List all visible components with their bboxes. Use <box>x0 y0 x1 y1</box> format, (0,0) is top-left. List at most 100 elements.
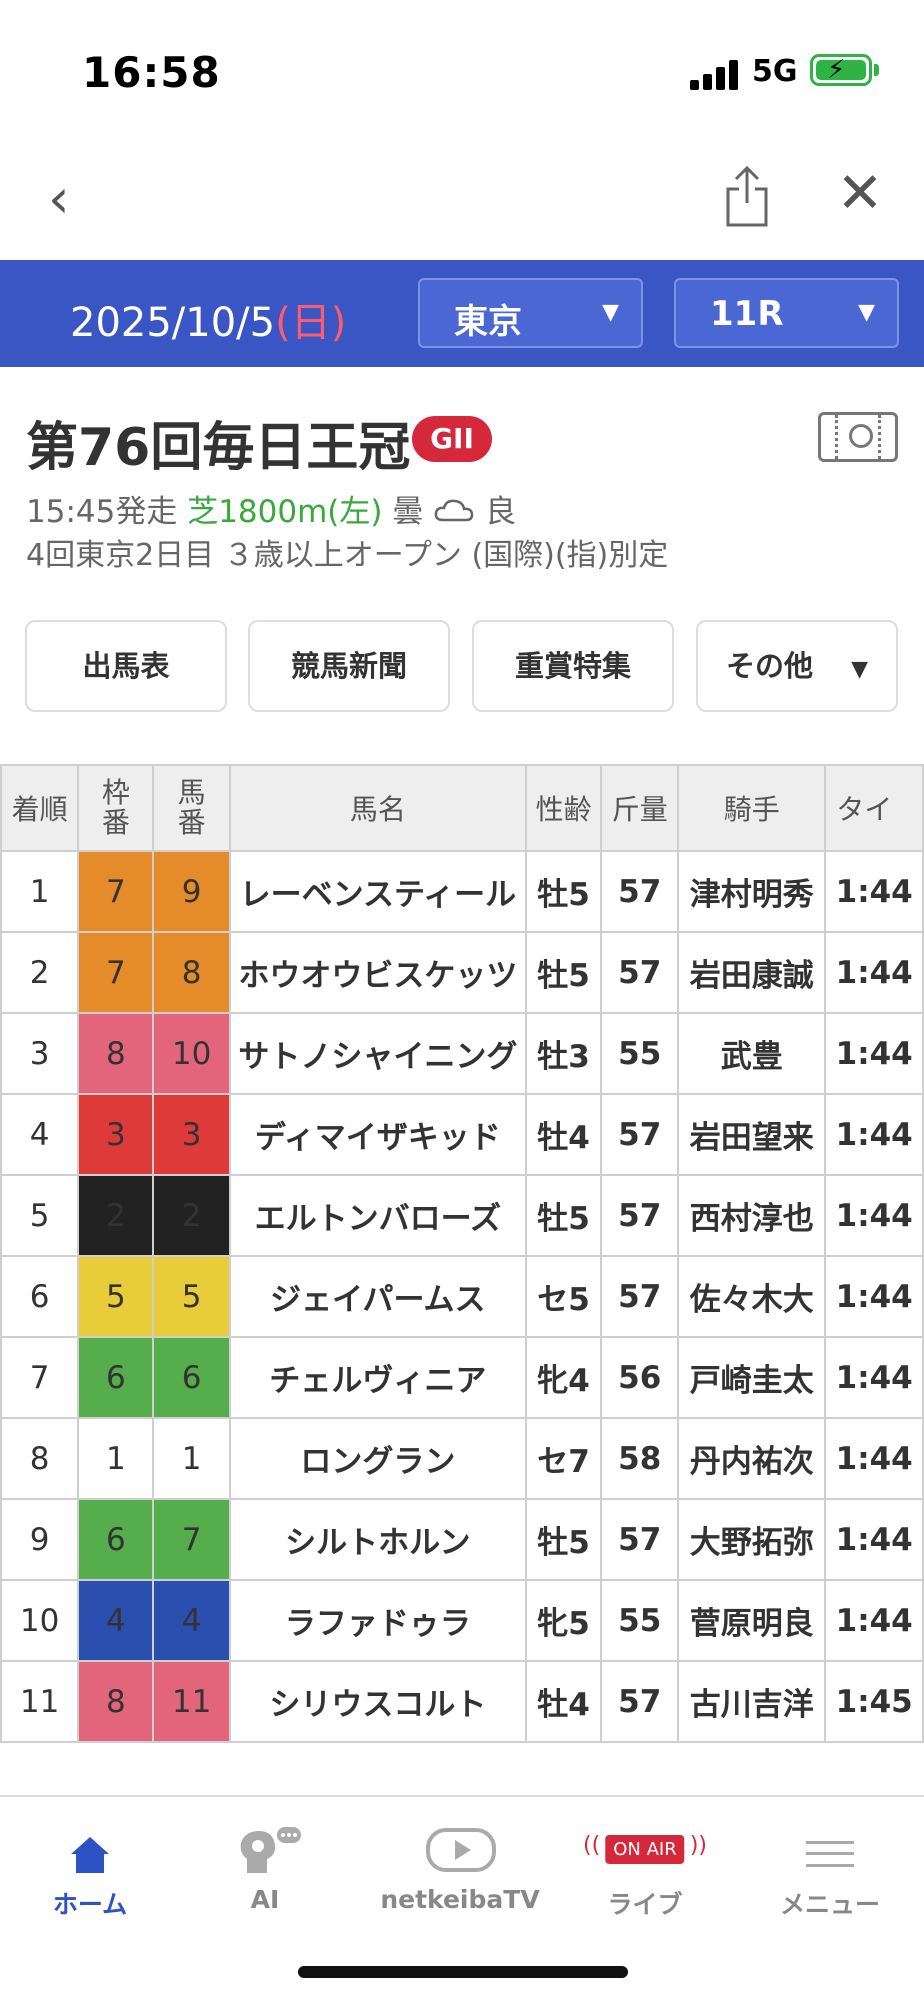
jockey-link[interactable]: 津村明秀 <box>677 850 827 933</box>
waku-cell: 3 <box>77 1093 155 1176</box>
rank-cell: 8 <box>0 1417 80 1500</box>
umaban-cell: 6 <box>152 1336 231 1419</box>
rank-cell: 3 <box>0 1012 80 1095</box>
tab-other-label: その他 <box>725 649 813 683</box>
umaban-cell: 7 <box>152 1498 231 1581</box>
weight-cell: 57 <box>600 931 680 1014</box>
horse-name-link[interactable]: ラファドゥラ <box>228 1579 527 1662</box>
chevron-down-icon: ▼ <box>602 300 619 325</box>
tab-newspaper[interactable]: 競馬新聞 <box>248 620 450 712</box>
waku-cell: 8 <box>77 1660 155 1743</box>
rank-cell: 2 <box>0 931 80 1014</box>
table-row[interactable]: 8 1 1 ロングラン セ7 58 丹内祐次 1:44 <box>0 1417 924 1500</box>
waku-cell: 1 <box>77 1417 155 1500</box>
sex-age-cell: 牡5 <box>524 1498 603 1581</box>
sex-age-cell: 牡4 <box>524 1093 603 1176</box>
sex-age-cell: セ7 <box>524 1417 603 1500</box>
sex-age-cell: セ5 <box>524 1255 603 1338</box>
jockey-link[interactable]: 岩田康誠 <box>677 931 827 1014</box>
play-icon <box>426 1828 496 1872</box>
tab-live[interactable]: (( ON AIR )) ライブ <box>555 1815 735 1925</box>
table-row[interactable]: 11 8 11 シリウスコルト 牡4 57 古川吉洋 1:45 <box>0 1660 924 1743</box>
battery-tip <box>874 64 879 76</box>
table-row[interactable]: 5 2 2 エルトンバローズ 牡5 57 西村淳也 1:44 <box>0 1174 924 1257</box>
tab-home[interactable]: ホーム <box>0 1815 180 1925</box>
header-horse-name[interactable]: 馬名 <box>228 764 527 852</box>
time-cell: 1:44 <box>824 931 924 1014</box>
jockey-link[interactable]: 西村淳也 <box>677 1174 827 1257</box>
header-sex-age[interactable]: 性齢 <box>524 764 603 852</box>
sex-age-cell: 牡5 <box>524 1174 603 1257</box>
table-row[interactable]: 7 6 6 チェルヴィニア 牝4 56 戸崎圭太 1:44 <box>0 1336 924 1419</box>
horse-name-link[interactable]: ディマイザキッド <box>228 1093 527 1176</box>
race-info-line: 15:45発走 芝1800m(左) 曇 良 <box>26 486 516 532</box>
tab-other[interactable]: その他 ▼ <box>696 620 898 712</box>
jockey-link[interactable]: 丹内祐次 <box>677 1417 827 1500</box>
race-date[interactable]: 2025/10/5(日) <box>70 290 346 348</box>
header-weight[interactable]: 斤量 <box>600 764 680 852</box>
course-info: 芝1800m(左) <box>187 494 383 530</box>
results-table-container[interactable]: 着順 枠番 馬番 馬名 性齢 斤量 騎手 タイ 1 7 9 レーベンスティール 牡5 57… <box>0 764 924 1749</box>
tab-graded-feature[interactable]: 重賞特集 <box>472 620 674 712</box>
umaban-cell: 2 <box>152 1174 231 1257</box>
horse-name-link[interactable]: チェルヴィニア <box>228 1336 527 1419</box>
close-icon[interactable]: ✕ <box>830 161 890 227</box>
horse-name-link[interactable]: シリウスコルト <box>228 1660 527 1743</box>
jockey-link[interactable]: 菅原明良 <box>677 1579 827 1662</box>
horse-name-link[interactable]: ホウオウビスケッツ <box>228 931 527 1014</box>
waku-cell: 7 <box>77 850 155 933</box>
header-jockey[interactable]: 騎手 <box>677 764 827 852</box>
tab-entries[interactable]: 出馬表 <box>25 620 227 712</box>
tab-ai[interactable]: AI <box>175 1815 355 1925</box>
race-title: 第76回毎日王冠 <box>26 418 411 478</box>
jockey-link[interactable]: 佐々木大 <box>677 1255 827 1338</box>
tab-netkeibatv[interactable]: netkeibaTV <box>370 1815 550 1925</box>
umaban-cell: 11 <box>152 1660 231 1743</box>
venue-select[interactable]: 東京 ▼ <box>418 278 643 348</box>
table-row[interactable]: 1 7 9 レーベンスティール 牡5 57 津村明秀 1:44 <box>0 850 924 933</box>
horse-name-link[interactable]: ジェイパームス <box>228 1255 527 1338</box>
header-umaban[interactable]: 馬番 <box>152 764 231 852</box>
results-table-body: 1 7 9 レーベンスティール 牡5 57 津村明秀 1:44 2 7 8 ホウオウビスケッツ 牡5 57… <box>0 850 924 1743</box>
header-time[interactable]: タイ <box>824 764 924 852</box>
waku-cell: 4 <box>77 1579 155 1662</box>
jockey-link[interactable]: 戸崎圭太 <box>677 1336 827 1419</box>
jockey-link[interactable]: 岩田望来 <box>677 1093 827 1176</box>
tab-netkeibatv-label: netkeibaTV <box>380 1885 540 1914</box>
on-air-icon: ON AIR <box>605 1835 685 1864</box>
horse-name-link[interactable]: シルトホルン <box>228 1498 527 1581</box>
grade-badge: GII <box>412 416 492 462</box>
table-row[interactable]: 3 8 10 サトノシャイニング 牡3 55 武豊 1:44 <box>0 1012 924 1095</box>
umaban-cell: 8 <box>152 931 231 1014</box>
table-row[interactable]: 10 4 4 ラファドゥラ 牝5 55 菅原明良 1:44 <box>0 1579 924 1662</box>
tab-home-label: ホーム <box>52 1890 128 1919</box>
horse-name-link[interactable]: エルトンバローズ <box>228 1174 527 1257</box>
header-rank[interactable]: 着順 <box>0 764 80 852</box>
jockey-link[interactable]: 古川吉洋 <box>677 1660 827 1743</box>
jockey-link[interactable]: 大野拓弥 <box>677 1498 827 1581</box>
horse-name-link[interactable]: サトノシャイニング <box>228 1012 527 1095</box>
share-icon[interactable] <box>722 165 772 231</box>
horse-name-link[interactable]: ロングラン <box>228 1417 527 1500</box>
tab-live-label: ライブ <box>607 1890 683 1919</box>
horse-name-link[interactable]: レーベンスティール <box>228 850 527 933</box>
status-time: 16:58 <box>82 48 221 97</box>
header-waku[interactable]: 枠番 <box>77 764 155 852</box>
umaban-cell: 10 <box>152 1012 231 1095</box>
table-row[interactable]: 6 5 5 ジェイパームス セ5 57 佐々木大 1:44 <box>0 1255 924 1338</box>
video-icon[interactable] <box>818 412 898 462</box>
race-select[interactable]: 11R ▼ <box>674 278 899 348</box>
weight-cell: 57 <box>600 1660 680 1743</box>
umaban-cell: 3 <box>152 1093 231 1176</box>
table-row[interactable]: 4 3 3 ディマイザキッド 牡4 57 岩田望来 1:44 <box>0 1093 924 1176</box>
weight-cell: 57 <box>600 1174 680 1257</box>
jockey-link[interactable]: 武豊 <box>677 1012 827 1095</box>
back-icon[interactable]: ‹ <box>48 169 98 229</box>
table-row[interactable]: 2 7 8 ホウオウビスケッツ 牡5 57 岩田康誠 1:44 <box>0 931 924 1014</box>
time-cell: 1:44 <box>824 1255 924 1338</box>
going: 良 <box>485 494 517 530</box>
results-table: 着順 枠番 馬番 馬名 性齢 斤量 騎手 タイ 1 7 9 レーベンスティール 牡5 57… <box>0 764 924 1743</box>
tab-menu[interactable]: メニュー <box>740 1815 920 1925</box>
table-row[interactable]: 9 6 7 シルトホルン 牡5 57 大野拓弥 1:44 <box>0 1498 924 1581</box>
date-bar: 2025/10/5(日) 東京 ▼ 11R ▼ <box>0 260 924 367</box>
